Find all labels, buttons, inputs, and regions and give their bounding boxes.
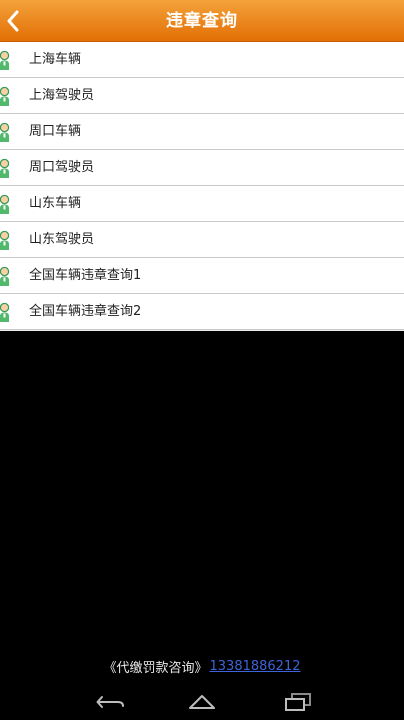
app-screen: 违章查询 上海车辆 上海驾驶员 周口车辆 周口驾驶员 山东车辆 山东驾驶员 全国… xyxy=(0,0,404,720)
query-list: 上海车辆 上海驾驶员 周口车辆 周口驾驶员 山东车辆 山东驾驶员 全国车辆违章查… xyxy=(0,42,404,331)
list-item-label: 全国车辆违章查询1 xyxy=(29,268,142,283)
list-item-shandong-vehicle[interactable]: 山东车辆 xyxy=(0,186,404,223)
footer-contact: 《代缴罚款咨询》 13381886212 xyxy=(0,656,404,676)
nav-recents-button[interactable] xyxy=(276,688,320,716)
list-item-national-query-2[interactable]: 全国车辆违章查询2 xyxy=(0,294,404,331)
fine-consult-label: 《代缴罚款咨询》 xyxy=(103,660,208,676)
back-arrow-icon xyxy=(96,696,124,708)
list-item-label: 全国车辆违章查询2 xyxy=(29,304,142,319)
list-item-zhoukou-vehicle[interactable]: 周口车辆 xyxy=(0,114,404,151)
home-icon xyxy=(189,695,215,709)
list-item-label: 山东车辆 xyxy=(29,196,82,211)
person-icon xyxy=(0,195,12,214)
person-icon xyxy=(0,231,12,250)
list-item-label: 周口车辆 xyxy=(29,124,82,139)
person-icon xyxy=(0,123,12,142)
list-item-shanghai-vehicle[interactable]: 上海车辆 xyxy=(0,42,404,79)
list-item-label: 上海驾驶员 xyxy=(29,88,95,103)
person-icon xyxy=(0,159,12,178)
page-title: 违章查询 xyxy=(166,11,238,31)
list-item-zhoukou-driver[interactable]: 周口驾驶员 xyxy=(0,150,404,187)
list-item-national-query-1[interactable]: 全国车辆违章查询1 xyxy=(0,258,404,295)
person-icon xyxy=(0,267,12,286)
person-icon xyxy=(0,51,12,70)
list-item-label: 周口驾驶员 xyxy=(29,160,95,175)
nav-back-button[interactable] xyxy=(89,688,133,716)
list-item-label: 上海车辆 xyxy=(29,52,82,67)
nav-home-button[interactable] xyxy=(180,688,224,716)
list-item-shanghai-driver[interactable]: 上海驾驶员 xyxy=(0,78,404,115)
person-icon xyxy=(0,303,12,322)
system-nav-bar xyxy=(0,684,404,720)
phone-link[interactable]: 13381886212 xyxy=(210,659,301,674)
header-bar: 违章查询 xyxy=(0,0,404,42)
person-icon xyxy=(0,87,12,106)
recent-apps-icon xyxy=(285,693,311,711)
list-item-label: 山东驾驶员 xyxy=(29,232,95,247)
list-item-shandong-driver[interactable]: 山东驾驶员 xyxy=(0,222,404,259)
